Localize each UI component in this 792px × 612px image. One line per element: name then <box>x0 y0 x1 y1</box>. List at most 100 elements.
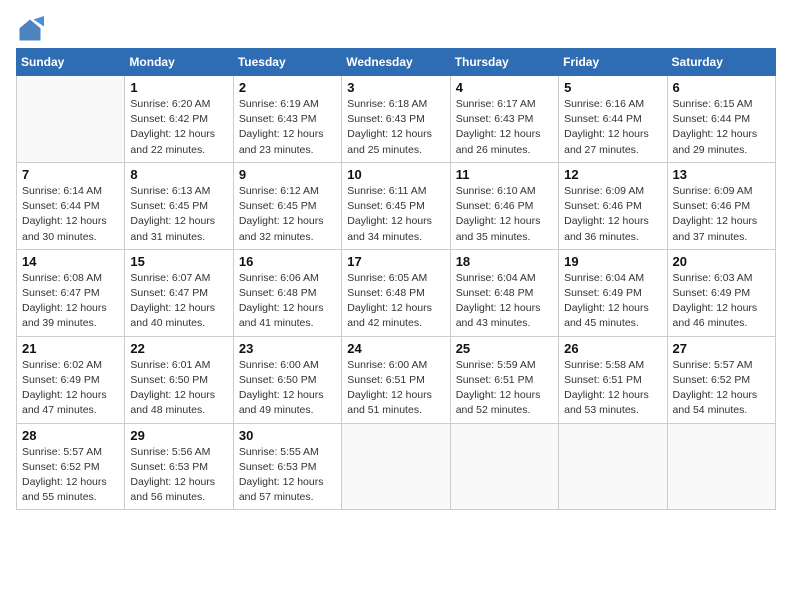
day-info: Sunrise: 5:57 AMSunset: 6:52 PMDaylight:… <box>22 445 119 506</box>
calendar-cell: 30Sunrise: 5:55 AMSunset: 6:53 PMDayligh… <box>233 423 341 510</box>
calendar-cell: 5 Sunrise: 6:16 AMSunset: 6:44 PMDaylight… <box>559 76 667 163</box>
calendar-cell: 26 Sunrise: 5:58 AMSunset: 6:51 PMDayligh… <box>559 336 667 423</box>
day-number: 15 <box>130 254 227 269</box>
calendar-cell: 20 Sunrise: 6:03 AMSunset: 6:49 PMDayligh… <box>667 249 775 336</box>
day-number: 20 <box>673 254 770 269</box>
day-header-wednesday: Wednesday <box>342 49 450 76</box>
calendar-cell <box>559 423 667 510</box>
day-info: Sunrise: 6:07 AMSunset: 6:47 PMDaylight:… <box>130 271 227 332</box>
calendar-cell: 21 Sunrise: 6:02 AMSunset: 6:49 PMDayligh… <box>17 336 125 423</box>
calendar-cell <box>342 423 450 510</box>
day-number: 11 <box>456 167 553 182</box>
day-info: Sunrise: 6:16 AMSunset: 6:44 PMDaylight:… <box>564 97 661 158</box>
calendar-cell: 8Sunrise: 6:13 AMSunset: 6:45 PMDaylight… <box>125 162 233 249</box>
calendar-cell: 15 Sunrise: 6:07 AMSunset: 6:47 PMDayligh… <box>125 249 233 336</box>
day-number: 19 <box>564 254 661 269</box>
day-info: Sunrise: 6:11 AMSunset: 6:45 PMDaylight:… <box>347 184 444 245</box>
calendar-cell: 4 Sunrise: 6:17 AMSunset: 6:43 PMDaylight… <box>450 76 558 163</box>
calendar-week-1: 1 Sunrise: 6:20 AMSunset: 6:42 PMDaylight… <box>17 76 776 163</box>
day-number: 3 <box>347 80 444 95</box>
calendar-cell: 28 Sunrise: 5:57 AMSunset: 6:52 PMDayligh… <box>17 423 125 510</box>
day-info: Sunrise: 6:14 AMSunset: 6:44 PMDaylight:… <box>22 184 119 245</box>
day-info: Sunrise: 5:55 AMSunset: 6:53 PMDaylight:… <box>239 445 336 506</box>
day-number: 7 <box>22 167 119 182</box>
calendar-cell: 11 Sunrise: 6:10 AMSunset: 6:46 PMDayligh… <box>450 162 558 249</box>
day-info: Sunrise: 6:19 AMSunset: 6:43 PMDaylight:… <box>239 97 336 158</box>
day-info: Sunrise: 6:10 AMSunset: 6:46 PMDaylight:… <box>456 184 553 245</box>
day-number: 18 <box>456 254 553 269</box>
day-info: Sunrise: 6:09 AMSunset: 6:46 PMDaylight:… <box>564 184 661 245</box>
calendar-cell: 18 Sunrise: 6:04 AMSunset: 6:48 PMDayligh… <box>450 249 558 336</box>
day-header-thursday: Thursday <box>450 49 558 76</box>
day-number: 2 <box>239 80 336 95</box>
calendar-cell: 2 Sunrise: 6:19 AMSunset: 6:43 PMDaylight… <box>233 76 341 163</box>
calendar-cell <box>667 423 775 510</box>
day-info: Sunrise: 6:20 AMSunset: 6:42 PMDaylight:… <box>130 97 227 158</box>
day-header-sunday: Sunday <box>17 49 125 76</box>
day-number: 8 <box>130 167 227 182</box>
calendar-cell: 29 Sunrise: 5:56 AMSunset: 6:53 PMDayligh… <box>125 423 233 510</box>
day-info: Sunrise: 6:17 AMSunset: 6:43 PMDaylight:… <box>456 97 553 158</box>
calendar-cell: 16Sunrise: 6:06 AMSunset: 6:48 PMDayligh… <box>233 249 341 336</box>
calendar-cell: 6 Sunrise: 6:15 AMSunset: 6:44 PMDaylight… <box>667 76 775 163</box>
day-number: 25 <box>456 341 553 356</box>
calendar-cell <box>450 423 558 510</box>
day-info: Sunrise: 6:05 AMSunset: 6:48 PMDaylight:… <box>347 271 444 332</box>
day-info: Sunrise: 6:18 AMSunset: 6:43 PMDaylight:… <box>347 97 444 158</box>
calendar-cell: 23 Sunrise: 6:00 AMSunset: 6:50 PMDayligh… <box>233 336 341 423</box>
day-header-friday: Friday <box>559 49 667 76</box>
day-number: 16 <box>239 254 336 269</box>
day-info: Sunrise: 6:04 AMSunset: 6:48 PMDaylight:… <box>456 271 553 332</box>
day-info: Sunrise: 6:09 AMSunset: 6:46 PMDaylight:… <box>673 184 770 245</box>
calendar-week-2: 7 Sunrise: 6:14 AMSunset: 6:44 PMDaylight… <box>17 162 776 249</box>
day-info: Sunrise: 6:00 AMSunset: 6:51 PMDaylight:… <box>347 358 444 419</box>
day-number: 4 <box>456 80 553 95</box>
day-info: Sunrise: 6:12 AMSunset: 6:45 PMDaylight:… <box>239 184 336 245</box>
calendar-cell: 14 Sunrise: 6:08 AMSunset: 6:47 PMDayligh… <box>17 249 125 336</box>
day-number: 29 <box>130 428 227 443</box>
calendar-cell: 12 Sunrise: 6:09 AMSunset: 6:46 PMDayligh… <box>559 162 667 249</box>
day-header-monday: Monday <box>125 49 233 76</box>
calendar-cell: 10 Sunrise: 6:11 AMSunset: 6:45 PMDayligh… <box>342 162 450 249</box>
calendar-cell: 25 Sunrise: 5:59 AMSunset: 6:51 PMDayligh… <box>450 336 558 423</box>
day-number: 22 <box>130 341 227 356</box>
day-info: Sunrise: 5:56 AMSunset: 6:53 PMDaylight:… <box>130 445 227 506</box>
day-number: 13 <box>673 167 770 182</box>
calendar-cell: 19 Sunrise: 6:04 AMSunset: 6:49 PMDayligh… <box>559 249 667 336</box>
day-number: 23 <box>239 341 336 356</box>
day-info: Sunrise: 6:08 AMSunset: 6:47 PMDaylight:… <box>22 271 119 332</box>
day-info: Sunrise: 6:00 AMSunset: 6:50 PMDaylight:… <box>239 358 336 419</box>
day-number: 26 <box>564 341 661 356</box>
calendar-cell: 7 Sunrise: 6:14 AMSunset: 6:44 PMDaylight… <box>17 162 125 249</box>
day-number: 12 <box>564 167 661 182</box>
calendar-week-4: 21 Sunrise: 6:02 AMSunset: 6:49 PMDayligh… <box>17 336 776 423</box>
day-header-tuesday: Tuesday <box>233 49 341 76</box>
day-info: Sunrise: 5:58 AMSunset: 6:51 PMDaylight:… <box>564 358 661 419</box>
day-number: 6 <box>673 80 770 95</box>
day-header-saturday: Saturday <box>667 49 775 76</box>
day-info: Sunrise: 6:02 AMSunset: 6:49 PMDaylight:… <box>22 358 119 419</box>
calendar-cell: 27 Sunrise: 5:57 AMSunset: 6:52 PMDayligh… <box>667 336 775 423</box>
page-header <box>16 16 776 44</box>
day-info: Sunrise: 6:03 AMSunset: 6:49 PMDaylight:… <box>673 271 770 332</box>
day-number: 9 <box>239 167 336 182</box>
day-number: 27 <box>673 341 770 356</box>
calendar-cell: 3 Sunrise: 6:18 AMSunset: 6:43 PMDaylight… <box>342 76 450 163</box>
day-number: 21 <box>22 341 119 356</box>
day-number: 1 <box>130 80 227 95</box>
calendar-cell: 22 Sunrise: 6:01 AMSunset: 6:50 PMDayligh… <box>125 336 233 423</box>
day-number: 10 <box>347 167 444 182</box>
day-info: Sunrise: 5:59 AMSunset: 6:51 PMDaylight:… <box>456 358 553 419</box>
day-number: 5 <box>564 80 661 95</box>
calendar-cell: 17 Sunrise: 6:05 AMSunset: 6:48 PMDayligh… <box>342 249 450 336</box>
day-number: 17 <box>347 254 444 269</box>
calendar-cell <box>17 76 125 163</box>
day-number: 14 <box>22 254 119 269</box>
day-info: Sunrise: 6:01 AMSunset: 6:50 PMDaylight:… <box>130 358 227 419</box>
calendar-table: SundayMondayTuesdayWednesdayThursdayFrid… <box>16 48 776 510</box>
day-info: Sunrise: 6:04 AMSunset: 6:49 PMDaylight:… <box>564 271 661 332</box>
day-info: Sunrise: 5:57 AMSunset: 6:52 PMDaylight:… <box>673 358 770 419</box>
logo-icon <box>16 16 44 44</box>
day-info: Sunrise: 6:15 AMSunset: 6:44 PMDaylight:… <box>673 97 770 158</box>
day-number: 28 <box>22 428 119 443</box>
